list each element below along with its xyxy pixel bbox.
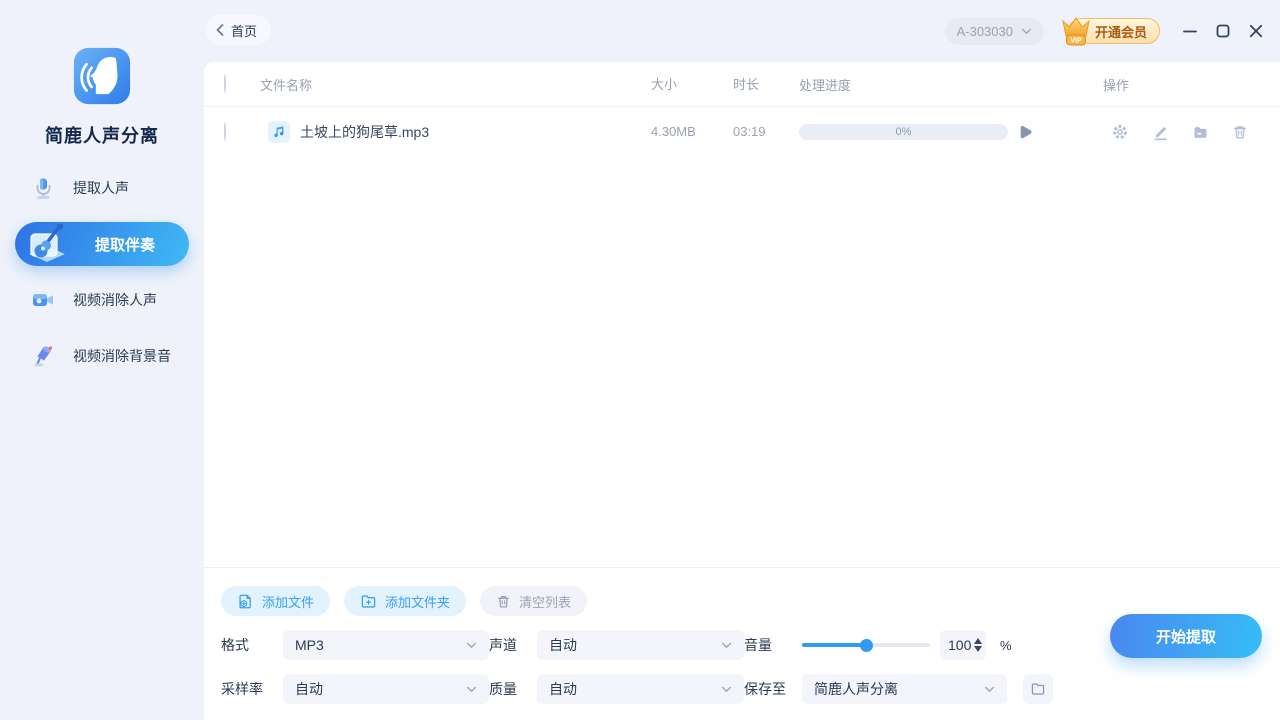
- chevron-down-icon: [984, 686, 995, 692]
- content-card: 文件名称 大小 时长 处理进度 操作 土坡上的狗尾草.mp3 4.30MB 03…: [204, 62, 1280, 720]
- progress-bar: 0%: [799, 124, 1008, 140]
- quality-value: 自动: [549, 681, 577, 697]
- mic-icon: [31, 176, 55, 200]
- app-logo-icon: [73, 47, 131, 105]
- volume-input[interactable]: [948, 637, 974, 653]
- channel-select[interactable]: 自动: [537, 630, 744, 660]
- footer-panel: 添加文件 添加文件夹 清空列表 格式 MP3 声道 自动 音量 100 % 采样…: [204, 567, 1280, 720]
- volume-label: 音量: [744, 637, 772, 653]
- quality-select[interactable]: 自动: [537, 674, 744, 704]
- guitar-icon: [21, 218, 73, 270]
- channel-value: 自动: [549, 637, 577, 653]
- browse-folder-button[interactable]: [1023, 674, 1053, 704]
- volume-stepper: [974, 638, 982, 652]
- sidebar-item-label: 视频消除背景音: [73, 348, 171, 364]
- add-folder-icon: [361, 594, 376, 608]
- sample-rate-label: 采样率: [221, 681, 263, 697]
- progress-value: 0%: [895, 126, 912, 138]
- format-label: 格式: [221, 637, 249, 653]
- play-icon[interactable]: [1016, 124, 1033, 141]
- folder-icon: [1031, 683, 1045, 695]
- open-folder-icon[interactable]: [1192, 124, 1209, 141]
- format-value: MP3: [295, 637, 324, 653]
- volume-input-box: [940, 630, 986, 660]
- add-folder-label: 添加文件夹: [385, 594, 451, 610]
- open-vip-button[interactable]: VIP 开通会员: [1058, 17, 1160, 46]
- volume-slider-handle[interactable]: [859, 638, 873, 652]
- sidebar-item-extract-vocals[interactable]: 提取人声: [15, 166, 189, 210]
- start-extract-button[interactable]: 开始提取: [1110, 614, 1262, 658]
- chevron-down-icon: [1021, 28, 1032, 34]
- account-dropdown[interactable]: A-303030: [944, 17, 1044, 45]
- speaker-icon: [31, 344, 55, 368]
- sidebar-item-label: 提取人声: [73, 180, 129, 196]
- header-actions: 操作: [1103, 77, 1130, 93]
- file-name: 土坡上的狗尾草.mp3: [300, 124, 430, 140]
- sidebar-item-extract-accompaniment[interactable]: 提取伴奏: [15, 222, 189, 266]
- clear-list-label: 清空列表: [519, 594, 572, 610]
- topbar: 首页 A-303030 VIP 开通会员: [204, 0, 1280, 62]
- volume-unit: %: [1000, 637, 1012, 653]
- add-file-icon: [239, 594, 251, 608]
- add-folder-button[interactable]: 添加文件夹: [344, 586, 467, 616]
- sample-rate-value: 自动: [295, 681, 323, 697]
- add-file-label: 添加文件: [262, 594, 315, 610]
- save-to-select[interactable]: 简鹿人声分离: [802, 674, 1007, 704]
- table-header: 文件名称 大小 时长 处理进度 操作: [204, 62, 1280, 107]
- sample-rate-select[interactable]: 自动: [283, 674, 489, 704]
- edit-pencil-icon[interactable]: [1152, 124, 1169, 141]
- add-file-button[interactable]: 添加文件: [221, 586, 331, 616]
- window-controls: [1182, 23, 1264, 39]
- chevron-left-icon: [216, 24, 224, 36]
- header-duration: 时长: [733, 77, 760, 92]
- clear-list-button[interactable]: 清空列表: [480, 586, 588, 616]
- music-note-icon: [268, 121, 290, 143]
- save-to-value: 简鹿人声分离: [814, 681, 898, 697]
- app-title: 简鹿人声分离: [45, 126, 159, 146]
- chevron-down-icon: [466, 686, 477, 692]
- sidebar-item-video-remove-background[interactable]: 视频消除背景音: [15, 334, 189, 378]
- select-all-checkbox[interactable]: [224, 74, 226, 93]
- video-icon: [31, 288, 55, 312]
- maximize-button[interactable]: [1215, 23, 1231, 39]
- sidebar-item-label: 视频消除人声: [73, 292, 157, 308]
- back-home-label: 首页: [231, 23, 258, 39]
- vip-label: 开通会员: [1094, 24, 1147, 40]
- close-button[interactable]: [1248, 23, 1264, 39]
- quality-label: 质量: [489, 681, 517, 697]
- header-progress: 处理进度: [799, 77, 852, 93]
- file-size: 4.30MB: [651, 124, 696, 139]
- header-file-name: 文件名称: [260, 77, 313, 93]
- account-id: A-303030: [956, 23, 1013, 39]
- vip-badge-text: VIP: [1070, 38, 1082, 45]
- chevron-down-icon: [721, 642, 732, 648]
- sidebar-item-video-remove-vocals[interactable]: 视频消除人声: [15, 278, 189, 322]
- chevron-down-icon: [721, 686, 732, 692]
- vip-crown-icon: VIP: [1058, 14, 1094, 48]
- clear-trash-icon: [498, 595, 510, 608]
- file-duration: 03:19: [733, 124, 766, 139]
- volume-step-up[interactable]: [974, 638, 982, 644]
- delete-trash-icon[interactable]: [1232, 124, 1248, 140]
- chevron-down-icon: [466, 642, 477, 648]
- sidebar-item-label: 提取伴奏: [95, 236, 156, 254]
- minimize-button[interactable]: [1182, 23, 1198, 39]
- format-select[interactable]: MP3: [283, 630, 489, 660]
- header-size: 大小: [651, 77, 678, 92]
- volume-step-down[interactable]: [974, 646, 982, 652]
- settings-gear-icon[interactable]: [1111, 123, 1129, 141]
- volume-slider[interactable]: [802, 638, 930, 652]
- table-row: 土坡上的狗尾草.mp3 4.30MB 03:19 0%: [204, 107, 1280, 157]
- channel-label: 声道: [489, 637, 517, 653]
- row-checkbox[interactable]: [224, 122, 226, 141]
- back-home-button[interactable]: 首页: [206, 15, 272, 45]
- sidebar: 简鹿人声分离 提取人声 提取伴奏 视频消除人声 视频消除背景音: [0, 0, 204, 720]
- save-to-label: 保存至: [744, 681, 786, 697]
- sidebar-menu: 提取人声 提取伴奏 视频消除人声 视频消除背景音: [0, 166, 204, 390]
